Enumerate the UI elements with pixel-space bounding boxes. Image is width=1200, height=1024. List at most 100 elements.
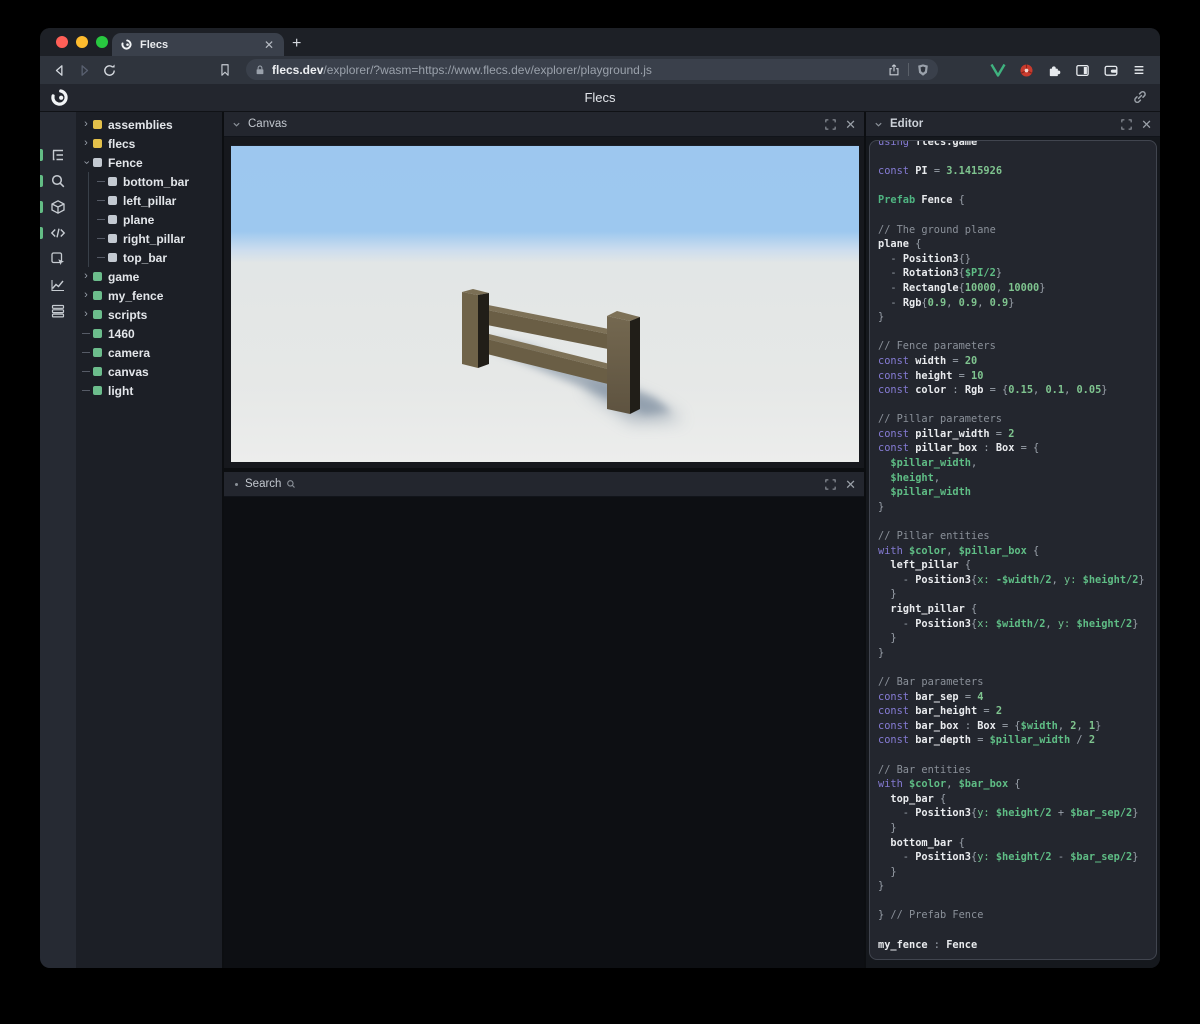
- tree-item-scripts[interactable]: ›scripts: [76, 305, 222, 324]
- panel-dot-icon[interactable]: [235, 483, 238, 486]
- expand-arrow-icon[interactable]: ›: [82, 290, 90, 301]
- tree-item-Fence[interactable]: ›Fence: [76, 153, 222, 172]
- active-indicator: [40, 227, 43, 239]
- close-panel-icon[interactable]: ✕: [845, 118, 856, 131]
- active-indicator: [40, 305, 43, 317]
- tree-item-canvas[interactable]: canvas: [76, 362, 222, 381]
- code-line: - Rotation3{$PI/2}: [878, 266, 1148, 281]
- active-indicator: [40, 279, 43, 291]
- code-line: right_pillar {: [878, 602, 1148, 617]
- tree-item-flecs[interactable]: ›flecs: [76, 134, 222, 153]
- extensions-puzzle-icon[interactable]: [1047, 63, 1062, 78]
- code-line: // Pillar entities: [878, 529, 1148, 544]
- rail-item-outline[interactable]: [40, 142, 76, 168]
- rail-item-search[interactable]: [40, 168, 76, 194]
- expand-arrow-icon[interactable]: ›: [82, 119, 90, 130]
- code-line: using flecs.game: [878, 140, 1148, 150]
- fence-3d-scene: [231, 146, 859, 462]
- brave-shield-icon[interactable]: [916, 63, 930, 77]
- close-panel-icon[interactable]: ✕: [845, 478, 856, 491]
- code-line: }: [878, 500, 1148, 515]
- toolbar-separator: [908, 63, 909, 76]
- extension-red-icon[interactable]: [1019, 63, 1034, 78]
- tree-item-plane[interactable]: plane: [89, 210, 222, 229]
- expand-arrow-icon[interactable]: ›: [81, 159, 92, 167]
- rail-item-code[interactable]: [40, 220, 76, 246]
- collapse-chevron-icon[interactable]: [874, 120, 883, 129]
- flecs-favicon-icon: [120, 38, 133, 51]
- menu-icon[interactable]: [1132, 63, 1146, 77]
- share-link-icon[interactable]: [1132, 89, 1148, 105]
- tree-item-right_pillar[interactable]: right_pillar: [89, 229, 222, 248]
- expand-arrow-icon[interactable]: ›: [82, 309, 90, 320]
- tab-strip: Flecs ✕ +: [40, 28, 1160, 56]
- expand-arrow-icon[interactable]: ›: [82, 271, 90, 282]
- reload-button[interactable]: [102, 63, 117, 78]
- tree-item-game[interactable]: ›game: [76, 267, 222, 286]
- code-editor[interactable]: using flecs.gameconst PI = 3.1415926Pref…: [869, 140, 1157, 960]
- rail-item-inspector[interactable]: [40, 246, 76, 272]
- code-line: const bar_height = 2: [878, 704, 1148, 719]
- url-path: /explorer/?wasm=https://www.flecs.dev/ex…: [323, 63, 651, 77]
- forward-button[interactable]: [77, 63, 92, 78]
- tree-children-Fence: bottom_bar left_pillarplaneright_pillarto…: [88, 172, 222, 267]
- expand-arrow-icon[interactable]: ›: [82, 138, 90, 149]
- active-indicator: [40, 149, 43, 161]
- rail-item-queries[interactable]: [40, 298, 76, 324]
- tab-close-button[interactable]: ✕: [262, 38, 276, 52]
- browser-tab[interactable]: Flecs ✕: [112, 33, 284, 56]
- entity-box-icon: [93, 386, 102, 395]
- code-line: $height,: [878, 471, 1148, 486]
- fullscreen-icon[interactable]: [1121, 119, 1132, 130]
- rail-item-scene[interactable]: [40, 194, 76, 220]
- close-panel-icon[interactable]: ✕: [1141, 118, 1152, 131]
- entity-box-icon: [93, 120, 102, 129]
- leaf-dash: [97, 219, 105, 220]
- zoom-window-button[interactable]: [96, 36, 108, 48]
- code-line: with $color, $pillar_box {: [878, 544, 1148, 559]
- cube-icon: [50, 199, 66, 215]
- wallet-icon[interactable]: [1103, 63, 1119, 78]
- lock-icon[interactable]: [254, 64, 266, 76]
- leaf-dash: [97, 181, 105, 182]
- vue-devtools-icon[interactable]: [990, 63, 1006, 77]
- editor-body: using flecs.gameconst PI = 3.1415926Pref…: [866, 137, 1160, 968]
- fullscreen-icon[interactable]: [825, 119, 836, 130]
- code-line: } // Prefab Fence: [878, 908, 1148, 923]
- tree-item-my_fence[interactable]: ›my_fence: [76, 286, 222, 305]
- bookmark-sidebar-icon[interactable]: [218, 63, 232, 77]
- tree-item-bottom_bar[interactable]: bottom_bar: [89, 172, 222, 191]
- entity-box-icon: [108, 196, 117, 205]
- tree-item-light[interactable]: light: [76, 381, 222, 400]
- back-button[interactable]: [52, 63, 67, 78]
- minimize-window-button[interactable]: [76, 36, 88, 48]
- inspector-icon: [50, 251, 66, 267]
- new-tab-button[interactable]: +: [292, 34, 301, 54]
- fullscreen-icon[interactable]: [825, 479, 836, 490]
- window-controls: [56, 36, 108, 48]
- code-line: $pillar_width: [878, 485, 1148, 500]
- code-line: const PI = 3.1415926: [878, 164, 1148, 179]
- tree-item-label: canvas: [108, 365, 149, 379]
- tree-item-1460[interactable]: 1460: [76, 324, 222, 343]
- url-bar[interactable]: flecs.dev/explorer/?wasm=https://www.fle…: [246, 59, 938, 80]
- rail-item-stats[interactable]: [40, 272, 76, 298]
- code-content: using flecs.gameconst PI = 3.1415926Pref…: [870, 140, 1156, 958]
- code-line: - Position3{x: $width/2, y: $height/2}: [878, 617, 1148, 632]
- tree-item-label: left_pillar: [123, 194, 176, 208]
- canvas-3d-viewport[interactable]: [231, 145, 859, 462]
- tree-item-assemblies[interactable]: ›assemblies: [76, 115, 222, 134]
- collapse-chevron-icon[interactable]: [232, 120, 241, 129]
- sidebar-toggle-icon[interactable]: [1075, 63, 1090, 78]
- tree-item-camera[interactable]: camera: [76, 343, 222, 362]
- code-line: const bar_box : Box = {$width, 2, 1}: [878, 719, 1148, 734]
- code-line: - Position3{x: -$width/2, y: $height/2}: [878, 573, 1148, 588]
- tree-item-top_bar[interactable]: top_bar: [89, 248, 222, 267]
- search-icon: [50, 173, 66, 189]
- tree-item-left_pillar[interactable]: left_pillar: [89, 191, 222, 210]
- code-line: - Rgb{0.9, 0.9, 0.9}: [878, 296, 1148, 311]
- tab-title: Flecs: [140, 39, 262, 51]
- code-line: [878, 660, 1148, 675]
- close-window-button[interactable]: [56, 36, 68, 48]
- share-button[interactable]: [887, 63, 901, 77]
